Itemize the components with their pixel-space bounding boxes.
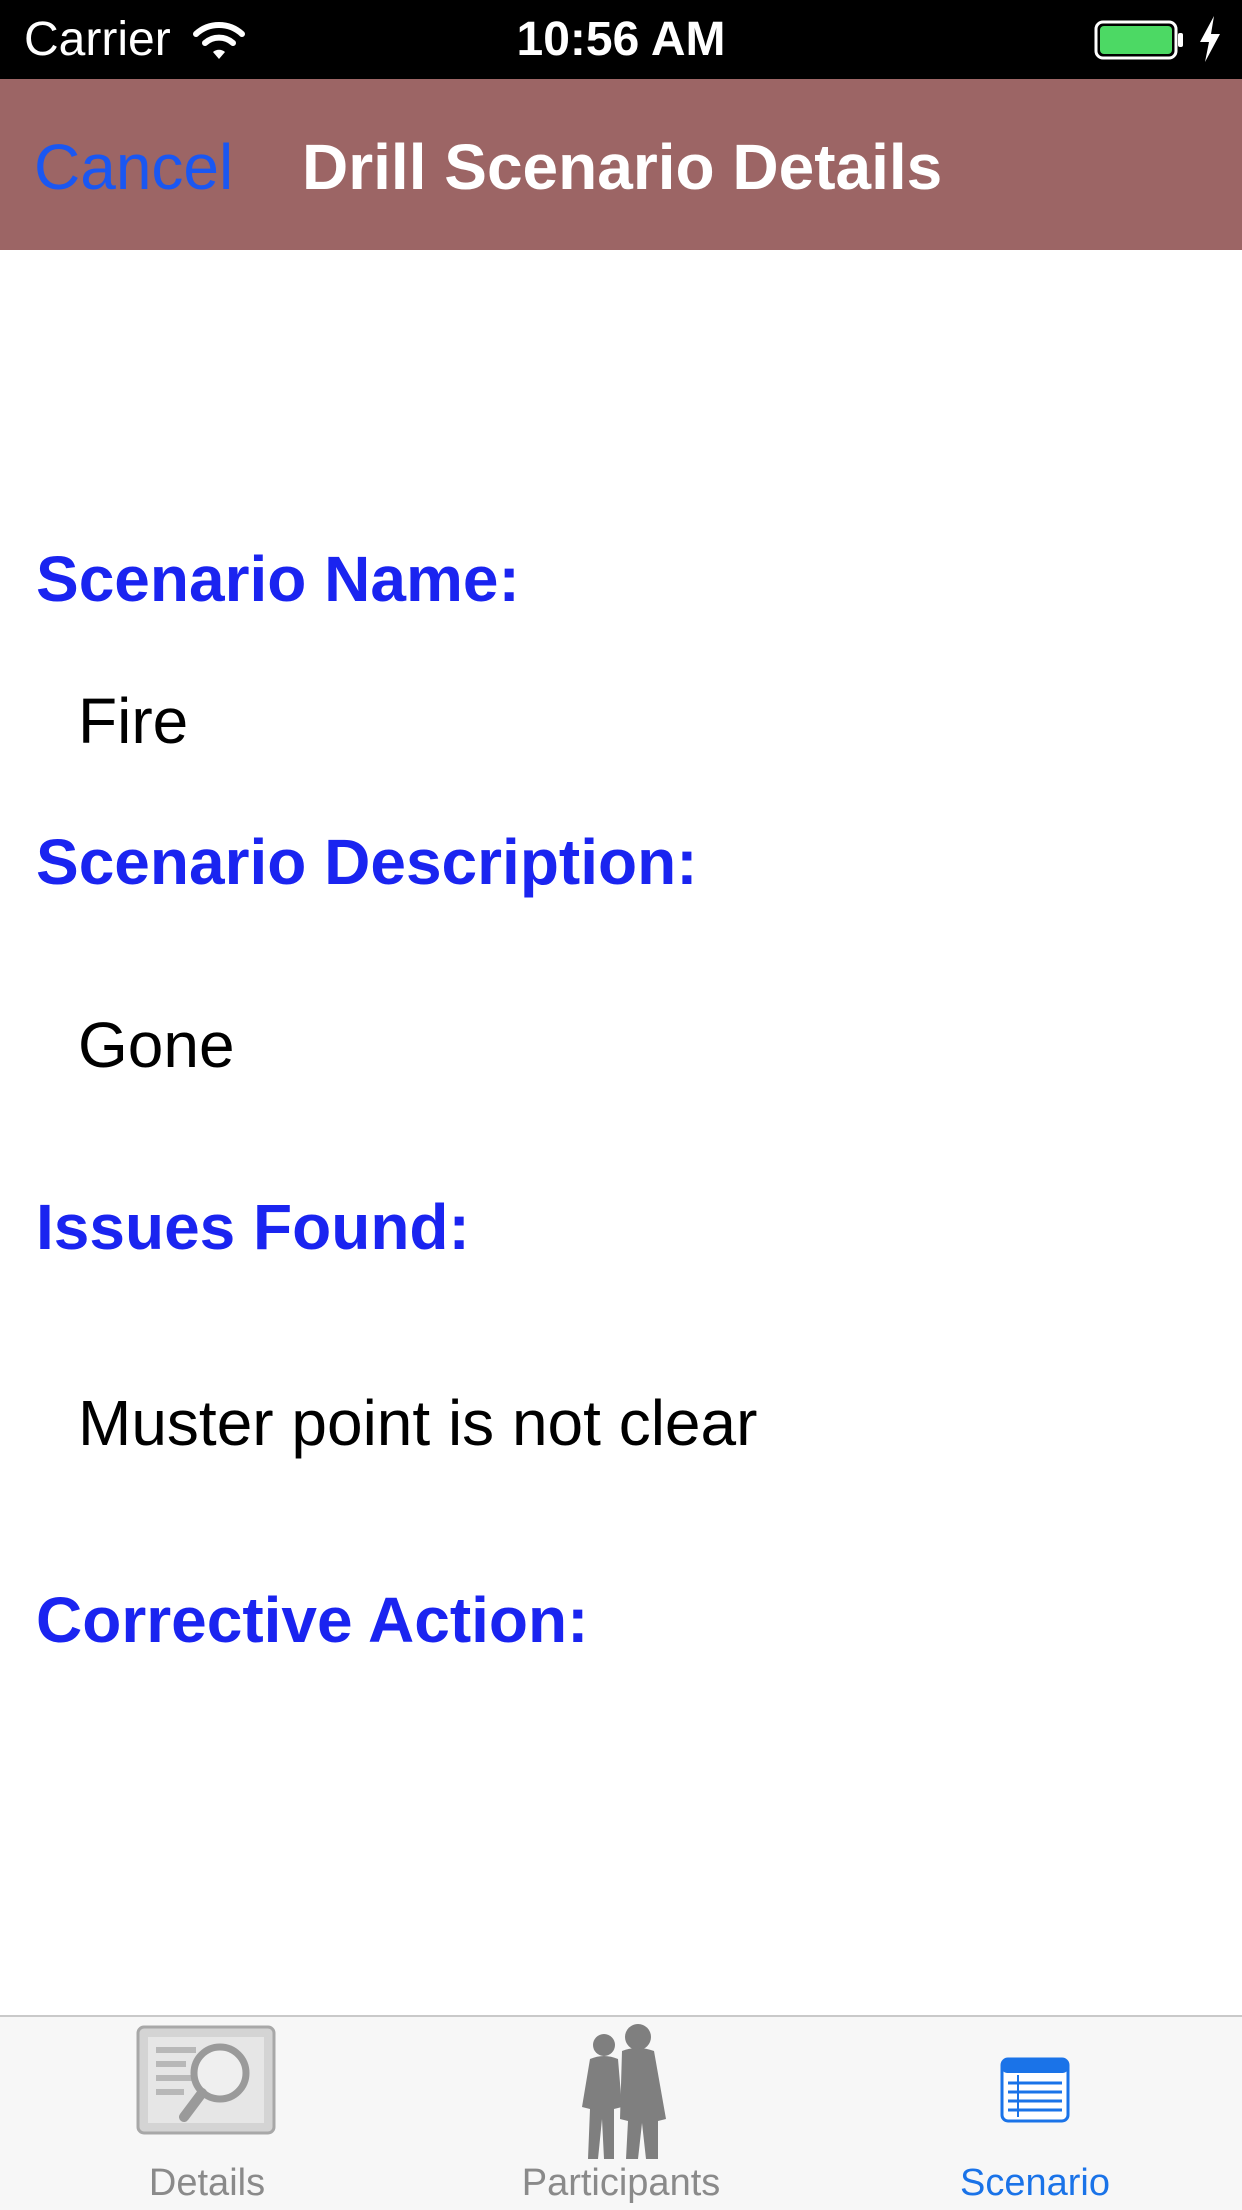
tab-details-label: Details bbox=[148, 2162, 266, 2204]
battery-icon bbox=[1094, 20, 1183, 60]
scenario-description-label: Scenario Description: bbox=[36, 826, 698, 898]
scenario-name-value: Fire bbox=[78, 685, 189, 757]
tab-participants-label: Participants bbox=[521, 2162, 721, 2204]
people-silhouette-icon bbox=[582, 2024, 666, 2159]
tab-scenario-label: Scenario bbox=[960, 2162, 1110, 2204]
page-title: Drill Scenario Details bbox=[302, 131, 943, 203]
clock: 10:56 AM bbox=[516, 13, 726, 66]
tab-details[interactable]: Details bbox=[0, 2017, 414, 2210]
issues-found-label: Issues Found: bbox=[36, 1191, 470, 1263]
scenario-name-label: Scenario Name: bbox=[36, 543, 520, 615]
tab-participants[interactable]: Participants bbox=[414, 2017, 828, 2210]
tab-bar: Details Participants Scenario bbox=[0, 2015, 1242, 2210]
magnifier-document-icon bbox=[136, 2025, 276, 2135]
charging-bolt-icon bbox=[1200, 16, 1220, 62]
cancel-button[interactable]: Cancel bbox=[34, 129, 233, 205]
navigation-bar: Cancel Drill Scenario Details bbox=[0, 79, 1242, 250]
status-bar: Carrier 10:56 AM bbox=[0, 0, 1242, 79]
issues-found-value: Muster point is not clear bbox=[78, 1387, 758, 1459]
scenario-description-value: Gone bbox=[78, 1009, 235, 1081]
list-icon bbox=[1000, 2057, 1070, 2123]
tab-scenario[interactable]: Scenario bbox=[828, 2017, 1242, 2210]
corrective-action-label: Corrective Action: bbox=[36, 1584, 589, 1656]
